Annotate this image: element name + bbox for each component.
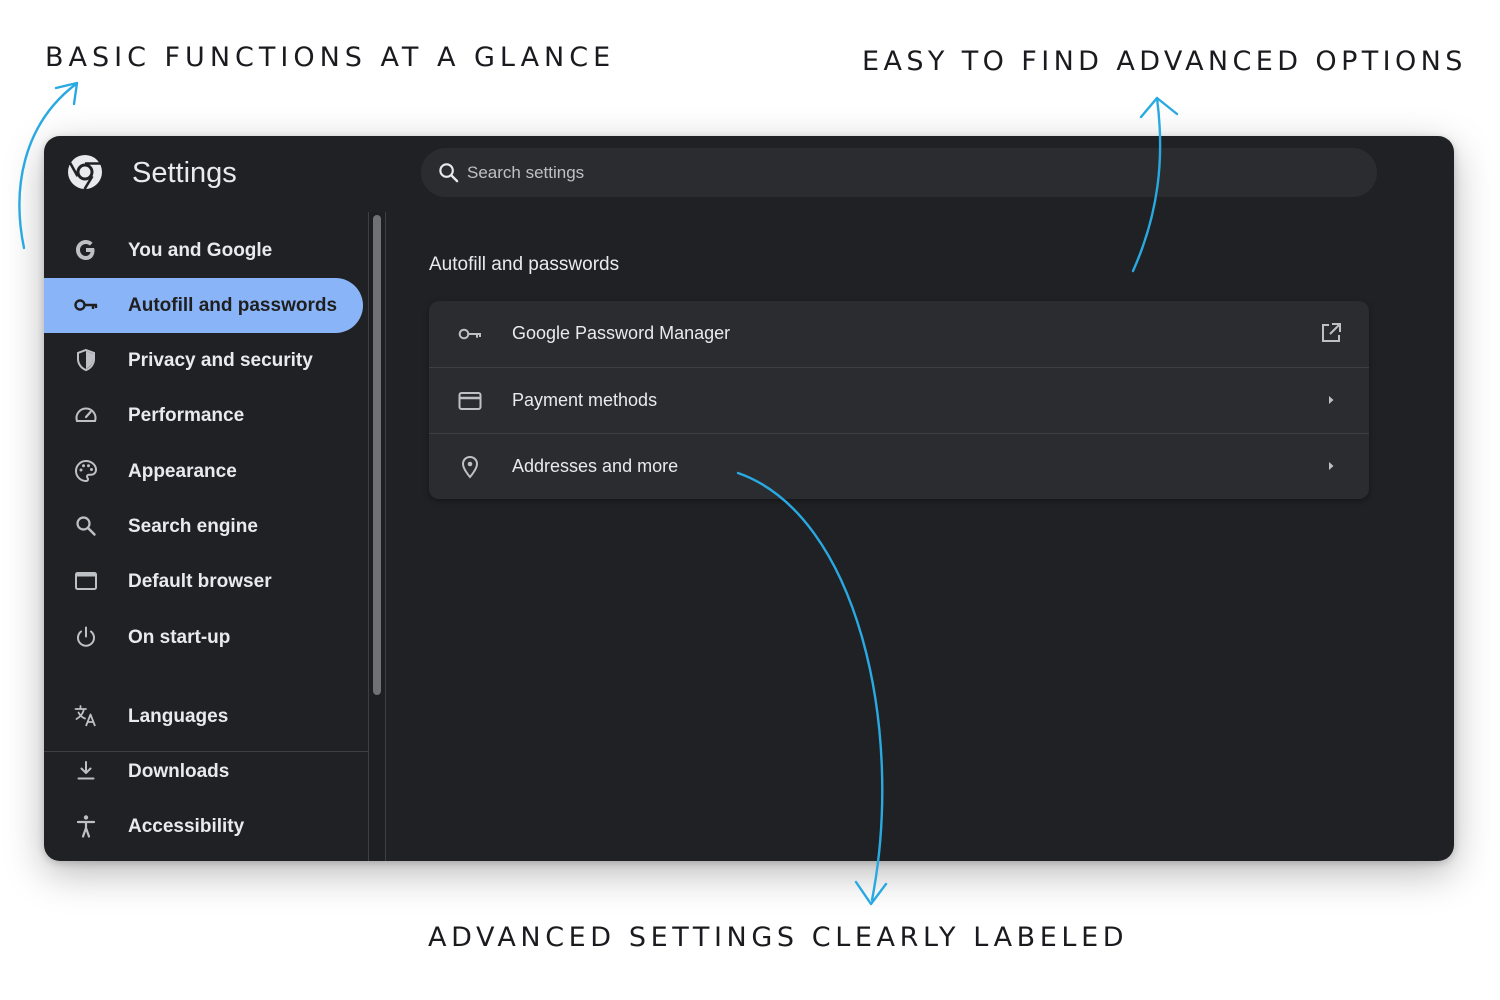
search-input[interactable] xyxy=(467,148,1347,197)
location-pin-icon xyxy=(461,455,479,479)
settings-header: Settings xyxy=(44,136,1454,212)
arrowhead-advanced-settings xyxy=(854,880,888,906)
power-icon xyxy=(77,626,95,647)
sidebar-item-label: Downloads xyxy=(128,760,230,782)
sidebar-scrollbar[interactable] xyxy=(368,212,386,861)
arrowhead-basic-functions xyxy=(54,81,79,106)
speedometer-icon xyxy=(75,407,97,422)
row-google-password-manager[interactable]: Google Password Manager xyxy=(429,301,1369,367)
sidebar-item-label: Appearance xyxy=(128,460,237,482)
search-icon xyxy=(439,163,459,183)
sidebar-item-label: Default browser xyxy=(128,570,272,592)
sidebar-item-on-start-up[interactable]: On start-up xyxy=(44,610,363,665)
download-icon xyxy=(77,761,95,780)
sidebar-item-label: Autofill and passwords xyxy=(128,294,338,316)
caption-advanced-settings: ADVANCED SETTINGS CLEARLY LABELED xyxy=(428,922,1129,953)
chrome-logo-icon xyxy=(68,155,102,190)
sidebar-item-default-browser[interactable]: Default browser xyxy=(44,554,363,609)
palette-icon xyxy=(74,459,98,483)
settings-window: Settings You and Google Autofill and pas… xyxy=(44,136,1454,861)
arrowhead-advanced-options xyxy=(1139,96,1179,119)
caption-basic-functions: BASIC FUNCTIONS AT A GLANCE xyxy=(45,42,616,73)
sidebar-item-languages[interactable]: Languages xyxy=(44,689,363,744)
settings-sidebar: You and Google Autofill and passwords Pr… xyxy=(44,212,368,861)
sidebar-item-autofill-and-passwords[interactable]: Autofill and passwords xyxy=(44,278,363,333)
shield-icon xyxy=(77,348,95,372)
sidebar-item-downloads[interactable]: Downloads xyxy=(44,744,363,799)
accessibility-icon xyxy=(76,815,96,838)
section-title: Autofill and passwords xyxy=(429,254,620,275)
scrollbar-thumb[interactable] xyxy=(373,215,381,695)
sidebar-item-label: Performance xyxy=(128,404,245,426)
sidebar-item-label: Search engine xyxy=(128,515,258,537)
autofill-card: Google Password Manager Payment methods … xyxy=(429,301,1369,499)
row-label: Google Password Manager xyxy=(512,323,731,343)
open-in-new-icon[interactable] xyxy=(1319,321,1343,345)
sidebar-item-accessibility[interactable]: Accessibility xyxy=(44,799,363,854)
chevron-right-icon[interactable] xyxy=(1319,454,1343,478)
sidebar-item-label: On start-up xyxy=(128,626,231,648)
sidebar-item-privacy-and-security[interactable]: Privacy and security xyxy=(44,333,363,388)
sidebar-item-you-and-google[interactable]: You and Google xyxy=(44,223,363,278)
sidebar-item-label: Privacy and security xyxy=(128,349,313,371)
row-payment-methods[interactable]: Payment methods xyxy=(429,367,1369,433)
search-bar[interactable] xyxy=(421,148,1377,197)
sidebar-item-label: Languages xyxy=(128,705,229,727)
sidebar-item-search-engine[interactable]: Search engine xyxy=(44,499,363,554)
chevron-right-icon[interactable] xyxy=(1319,388,1343,412)
key-icon xyxy=(458,328,481,340)
row-label: Addresses and more xyxy=(512,456,679,476)
google-g-icon xyxy=(76,240,95,260)
browser-window-icon xyxy=(75,572,97,590)
row-addresses-and-more[interactable]: Addresses and more xyxy=(429,433,1369,499)
key-icon xyxy=(74,299,98,311)
credit-card-icon xyxy=(458,392,482,410)
caption-advanced-options: EASY TO FIND ADVANCED OPTIONS xyxy=(862,46,1467,77)
sidebar-item-label: Accessibility xyxy=(128,815,245,837)
sidebar-item-performance[interactable]: Performance xyxy=(44,388,363,443)
sidebar-item-appearance[interactable]: Appearance xyxy=(44,444,363,499)
row-label: Payment methods xyxy=(512,390,658,410)
page-title: Settings xyxy=(132,157,237,189)
search-icon xyxy=(76,516,96,536)
translate-icon xyxy=(74,705,96,727)
sidebar-item-label: You and Google xyxy=(128,239,273,261)
